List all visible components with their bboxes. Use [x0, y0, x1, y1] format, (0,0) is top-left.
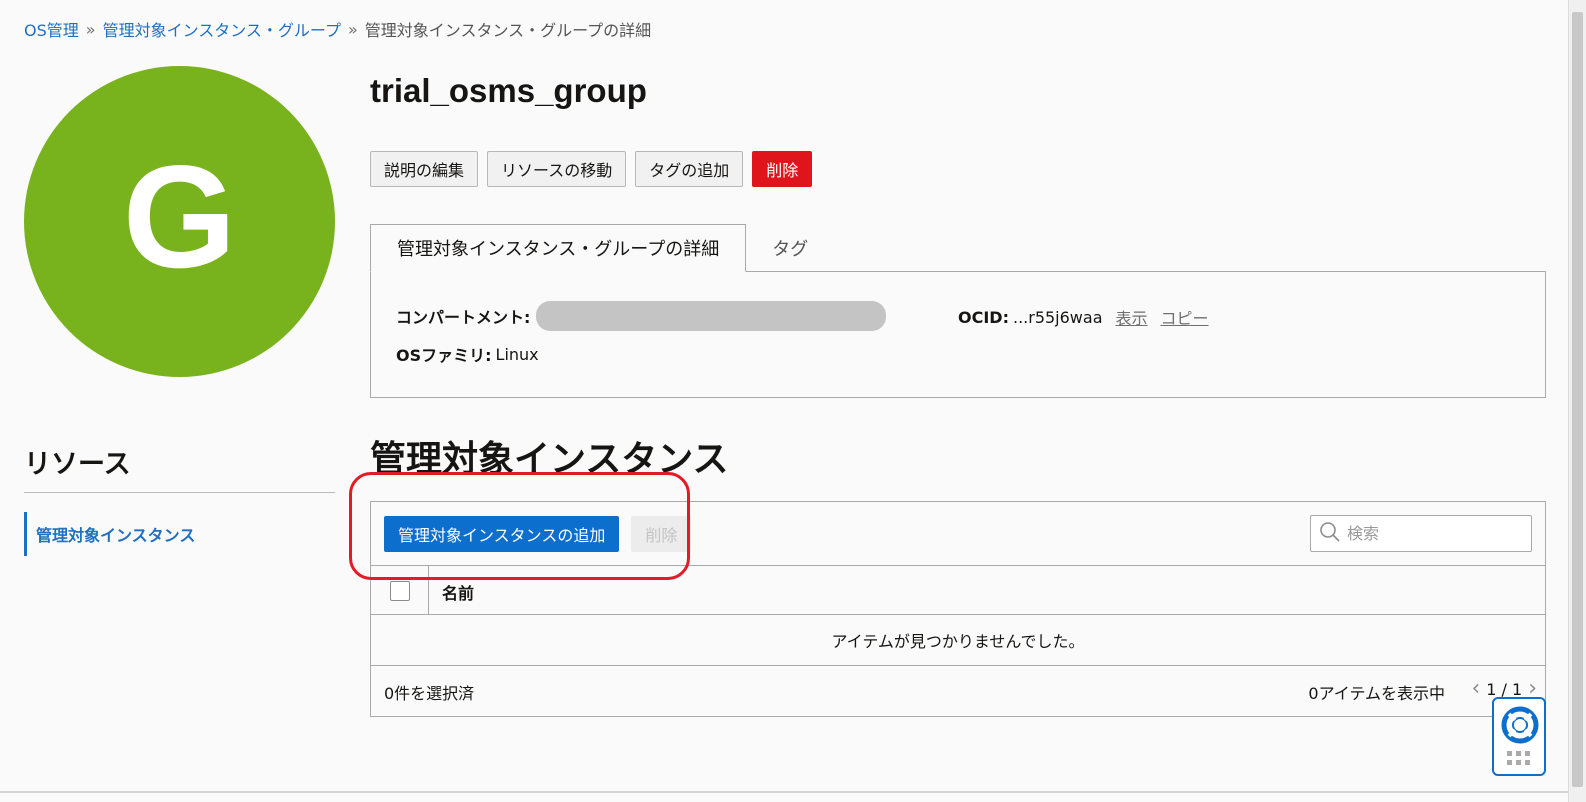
- showing-count: 0アイテムを表示中: [1308, 684, 1445, 703]
- ocid-show-link[interactable]: 表示: [1116, 305, 1148, 329]
- breadcrumb-separator: »: [85, 19, 96, 39]
- breadcrumb-separator: »: [347, 19, 358, 39]
- ocid-value: ...r55j6waa: [1012, 307, 1103, 327]
- move-resource-button[interactable]: リソースの移動: [487, 151, 627, 187]
- add-instance-button[interactable]: 管理対象インスタンスの追加: [384, 516, 620, 552]
- column-divider: [428, 566, 429, 614]
- tab-group-details[interactable]: 管理対象インスタンス・グループの詳細: [370, 224, 747, 272]
- delete-instance-button[interactable]: 削除: [631, 516, 692, 552]
- vertical-scrollbar[interactable]: [1568, 0, 1586, 802]
- section-title: 管理対象インスタンス: [370, 439, 729, 480]
- compartment-value-redacted: [536, 301, 887, 331]
- group-avatar: G: [24, 66, 335, 377]
- detail-tabs: 管理対象インスタンス・グループの詳細 タグ: [370, 224, 1546, 272]
- breadcrumb-os-management[interactable]: OS管理: [24, 17, 79, 41]
- os-family-value: Linux: [495, 344, 539, 364]
- column-header-name[interactable]: 名前: [442, 580, 474, 604]
- breadcrumb-instance-groups[interactable]: 管理対象インスタンス・グループ: [103, 17, 341, 41]
- compartment-label: コンパートメント:: [396, 308, 531, 327]
- search-box[interactable]: [1310, 515, 1532, 552]
- ocid-label: OCID:: [958, 307, 1009, 327]
- page-indicator: 1 / 1: [1486, 679, 1523, 699]
- resource-item-managed-instances[interactable]: 管理対象インスタンス: [24, 512, 195, 556]
- instances-toolbar: 管理対象インスタンスの追加 削除: [384, 516, 692, 552]
- ocid-copy-link[interactable]: コピー: [1161, 305, 1209, 329]
- search-input[interactable]: [1347, 524, 1527, 543]
- os-family-label: OSファミリ:: [396, 346, 492, 365]
- search-icon: [1319, 521, 1341, 547]
- empty-message: アイテムが見つかりませんでした。: [371, 615, 1545, 666]
- tab-tags[interactable]: タグ: [746, 224, 834, 272]
- select-all-checkbox[interactable]: [390, 581, 410, 601]
- details-panel: コンパートメント: OCID: ...r55j6waa 表示 コピー OSファミ…: [370, 271, 1546, 398]
- breadcrumb: OS管理 » 管理対象インスタンス・グループ » 管理対象インスタンス・グループ…: [24, 17, 651, 41]
- page-title: trial_osms_group: [370, 72, 647, 109]
- compartment-row: コンパートメント:: [396, 301, 887, 331]
- avatar-letter: G: [122, 134, 237, 298]
- table-header: 名前: [371, 565, 1545, 615]
- os-family-row: OSファミリ: Linux: [396, 342, 539, 366]
- edit-description-button[interactable]: 説明の編集: [370, 151, 479, 187]
- delete-button[interactable]: 削除: [752, 151, 813, 187]
- action-bar: 説明の編集 リソースの移動 タグの追加 削除: [370, 151, 813, 187]
- page-bottom-border: [0, 791, 1568, 793]
- scrollbar-thumb[interactable]: [1572, 12, 1583, 787]
- breadcrumb-current: 管理対象インスタンス・グループの詳細: [364, 21, 652, 40]
- resources-divider: [24, 492, 335, 493]
- instances-table-panel: 管理対象インスタンスの追加 削除 名前 アイテムが見つかりませんでした。 0件を…: [370, 501, 1546, 717]
- selected-count: 0件を選択済: [384, 684, 475, 703]
- help-widget[interactable]: [1492, 697, 1546, 776]
- add-tags-button[interactable]: タグの追加: [635, 151, 744, 187]
- grid-icon: [1507, 751, 1530, 765]
- lifebuoy-icon: [1501, 706, 1539, 744]
- resources-title: リソース: [24, 449, 131, 480]
- prev-page-icon[interactable]: ‹: [1471, 678, 1480, 700]
- ocid-row: OCID: ...r55j6waa 表示 コピー: [958, 305, 1209, 329]
